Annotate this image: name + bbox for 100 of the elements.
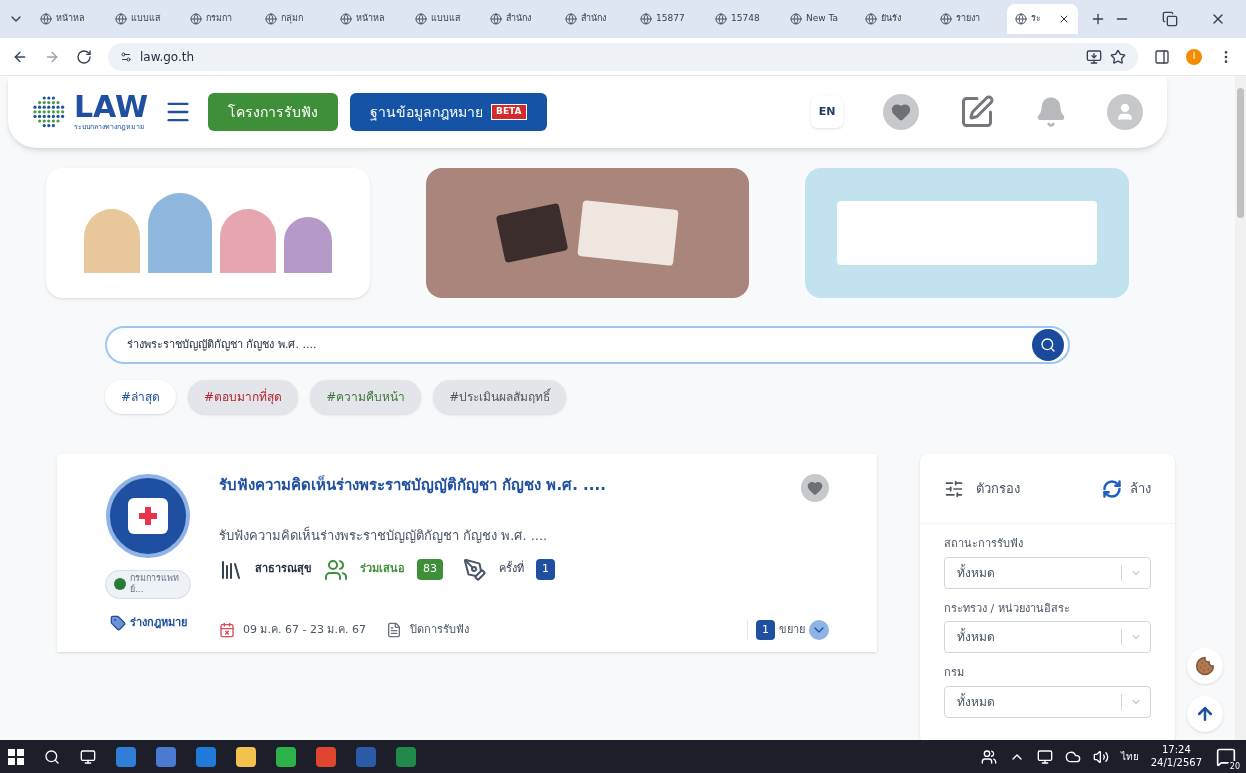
tab-title: แบบแส — [131, 12, 160, 26]
tab-title: ยันรัง — [881, 12, 901, 26]
browser-tab[interactable]: ยันรัง — [857, 4, 928, 34]
browser-tab[interactable]: 15877 — [632, 4, 703, 34]
favorites-button[interactable] — [883, 94, 919, 130]
law-draft-tag[interactable]: ร่างกฎหมาย — [109, 614, 187, 631]
participate-label: ร่วมเสนอ — [360, 561, 405, 578]
restore-icon[interactable] — [1162, 11, 1178, 27]
language-button[interactable]: EN — [811, 96, 843, 128]
heart-icon — [807, 480, 823, 496]
tab-title: หน้าหล — [56, 12, 85, 26]
browser-tab[interactable]: สำนักง — [482, 4, 553, 34]
task-view-icon[interactable] — [80, 748, 96, 765]
refresh-icon — [1102, 478, 1122, 499]
browser-tab[interactable]: แบบแส — [407, 4, 478, 34]
beta-badge: BETA — [491, 104, 527, 120]
nav-button[interactable]: ฐานข้อมูลกฎหมาย BETA — [350, 93, 547, 131]
browser-tab[interactable]: New Ta — [782, 4, 853, 34]
arrow-up-icon — [1195, 704, 1215, 724]
expand-count: 1 — [756, 619, 775, 640]
tab-favicon-icon — [640, 13, 652, 25]
cookie-button[interactable] — [1187, 648, 1223, 684]
filter-select[interactable]: ทั้งหมด — [944, 556, 1151, 589]
tab-title: รายงา — [956, 12, 980, 26]
hashtag-chip[interactable]: #ล่าสุด — [105, 380, 177, 414]
nav-button[interactable]: โครงการรับฟัง — [208, 93, 339, 131]
close-tab-icon[interactable] — [1058, 13, 1070, 25]
filter-icon — [944, 478, 964, 499]
tab-favicon-icon — [565, 13, 577, 25]
feedback-icon[interactable] — [959, 94, 995, 130]
tab-favicon-icon — [865, 13, 877, 25]
browser-tab[interactable]: แบบแส — [107, 4, 178, 34]
heart-icon — [891, 102, 911, 122]
tab-favicon-icon — [190, 13, 202, 25]
search-field[interactable]: ร่างพระราชบัญญัติกัญชา กัญชง พ.ศ. .... — [105, 326, 1070, 364]
search-icon[interactable] — [44, 748, 60, 765]
round-count: 1 — [536, 559, 555, 580]
search-button[interactable] — [1032, 329, 1064, 361]
filter-title: ตัวกรอง — [976, 479, 1020, 498]
url-text: law.go.th — [140, 48, 195, 66]
tab-favicon-icon — [715, 13, 727, 25]
clock-time: 17:24 — [1161, 744, 1191, 757]
windows-logo-icon[interactable] — [8, 748, 24, 765]
site-info-icon[interactable] — [120, 50, 132, 63]
browser-tab[interactable]: กลุ่มก — [257, 4, 328, 34]
browser-tab[interactable]: หน้าหล — [332, 4, 403, 34]
filter-select[interactable]: ทั้งหมด — [944, 621, 1151, 653]
browser-tab[interactable]: ระ — [1007, 4, 1078, 34]
clock-date: 24/1/2567 — [1150, 756, 1202, 769]
filter-select[interactable]: ทั้งหมด — [944, 685, 1151, 718]
taskbar-app-icon[interactable] — [236, 746, 256, 767]
new-tab-icon[interactable] — [1090, 11, 1106, 27]
scrollbar[interactable] — [1235, 76, 1246, 740]
tab-title: 15877 — [656, 12, 685, 26]
tab-favicon-icon — [340, 13, 352, 25]
agency-chip[interactable]: กรมการแพทย์... — [105, 570, 191, 599]
tab-title: หน้าหล — [356, 12, 385, 26]
tag-icon — [109, 614, 126, 631]
browser-tab[interactable]: สำนักง — [557, 4, 628, 34]
expand-button[interactable] — [809, 619, 829, 640]
listing-title[interactable]: รับฟังความคิดเห็นร่างพระราชบัญญัติกัญชา กัญชง พ.ศ. .... — [219, 474, 801, 497]
bookmark-icon[interactable] — [1110, 48, 1126, 65]
scroll-top-button[interactable] — [1187, 696, 1223, 732]
round-label: ครั้งที่ — [499, 561, 524, 578]
input-language[interactable]: ไทย — [1120, 749, 1139, 764]
search-icon — [1040, 337, 1056, 353]
install-icon[interactable] — [1086, 48, 1102, 65]
hashtag-chip[interactable]: #ประเมินผลสัมฤทธิ์ — [433, 380, 567, 414]
volume-icon[interactable] — [1092, 748, 1109, 765]
tab-favicon-icon — [115, 13, 127, 25]
taskbar-app-icon[interactable] — [116, 746, 136, 767]
reload-icon[interactable] — [76, 48, 92, 65]
filter-label: กระทรวง / หน่วยงานอิสระ — [944, 600, 1071, 617]
tab-favicon-icon — [940, 13, 952, 25]
browser-tab[interactable]: หน้าหล — [32, 4, 103, 34]
listing-description: รับฟังความคิดเห็นร่างพระราชบัญญัติกัญชา กัญชง พ.ศ. .... — [219, 526, 549, 545]
people-icon — [324, 557, 348, 582]
user-icon — [1115, 102, 1135, 122]
tab-title: 15748 — [731, 12, 760, 26]
people-icon[interactable] — [980, 748, 997, 765]
tab-title: ระ — [1031, 12, 1041, 26]
calendar-icon — [219, 621, 235, 638]
cookie-icon — [1195, 656, 1215, 676]
network-icon[interactable] — [1036, 748, 1053, 765]
browser-tab[interactable]: กรมกา — [182, 4, 253, 34]
taskbar-app-icon[interactable] — [276, 746, 296, 767]
clear-button[interactable]: ล้าง — [1102, 478, 1151, 499]
favorite-button[interactable] — [801, 474, 829, 502]
browser-tab[interactable]: 15748 — [707, 4, 778, 34]
taskbar-app-icon[interactable] — [156, 746, 176, 767]
hashtag-chip[interactable]: #ความคืบหน้า — [310, 380, 422, 414]
search-value: ร่างพระราชบัญญัติกัญชา กัญชง พ.ศ. .... — [127, 336, 318, 353]
logo-dots-icon — [32, 95, 66, 129]
banner-illustration[interactable] — [425, 168, 750, 298]
browser-tab[interactable]: รายงา — [932, 4, 1003, 34]
side-panel-icon[interactable] — [1154, 48, 1170, 65]
url-field[interactable]: law.go.th — [108, 42, 1138, 71]
hashtag-chip[interactable]: #ตอบมากที่สุด — [188, 380, 299, 414]
category-label: สาธารณสุข — [255, 561, 312, 578]
logo-text: LAW — [74, 91, 149, 122]
